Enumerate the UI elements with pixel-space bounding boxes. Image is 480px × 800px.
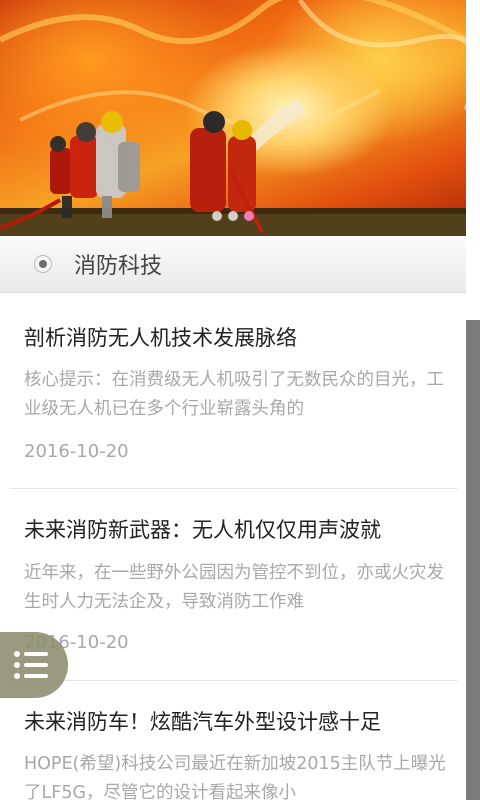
scrollbar-thumb[interactable] <box>466 320 480 800</box>
article-item[interactable]: 剖析消防无人机技术发展脉络 核心提示：在消费级无人机吸引了无数民众的目光，工业级… <box>0 292 466 490</box>
carousel-dots <box>0 211 466 221</box>
article-summary: HOPE(希望)科技公司最近在新加坡2015主队节上曝光了LF5G，尽管它的设计… <box>24 754 446 800</box>
category-title: 消防科技 <box>74 254 163 279</box>
radio-icon <box>34 255 52 273</box>
article-summary: 核心提示：在消费级无人机吸引了无数民众的目光，工业级无人机已在多个行业崭露头角的 <box>24 370 444 419</box>
article-item[interactable]: 未来消防新武器：无人机仅仅用声波就 近年来，在一些野外公园因为管控不到位，亦或火… <box>0 488 466 682</box>
scrollbar[interactable] <box>466 0 480 800</box>
article-item[interactable]: 未来消防车！炫酷汽车外型设计感十足 HOPE(希望)科技公司最近在新加坡2015… <box>0 680 466 800</box>
carousel-dot[interactable] <box>212 211 222 221</box>
menu-button[interactable] <box>0 632 68 698</box>
article-title[interactable]: 未来消防新武器：无人机仅仅用声波就 <box>24 514 381 544</box>
article-date: 2016-10-20 <box>24 441 129 462</box>
firefighters-image <box>0 0 466 236</box>
article-title[interactable]: 剖析消防无人机技术发展脉络 <box>24 322 297 352</box>
carousel-dot-active[interactable] <box>244 211 254 221</box>
article-title[interactable]: 未来消防车！炫酷汽车外型设计感十足 <box>24 706 381 736</box>
hero-banner[interactable] <box>0 0 466 236</box>
list-menu-icon <box>14 651 48 679</box>
page: 消防科技 剖析消防无人机技术发展脉络 核心提示：在消费级无人机吸引了无数民众的目… <box>0 0 466 800</box>
category-header[interactable]: 消防科技 <box>0 236 466 293</box>
article-summary: 近年来，在一些野外公园因为管控不到位，亦或火灾发生时人力无法企及，导致消防工作难 <box>24 563 444 612</box>
carousel-dot[interactable] <box>228 211 238 221</box>
